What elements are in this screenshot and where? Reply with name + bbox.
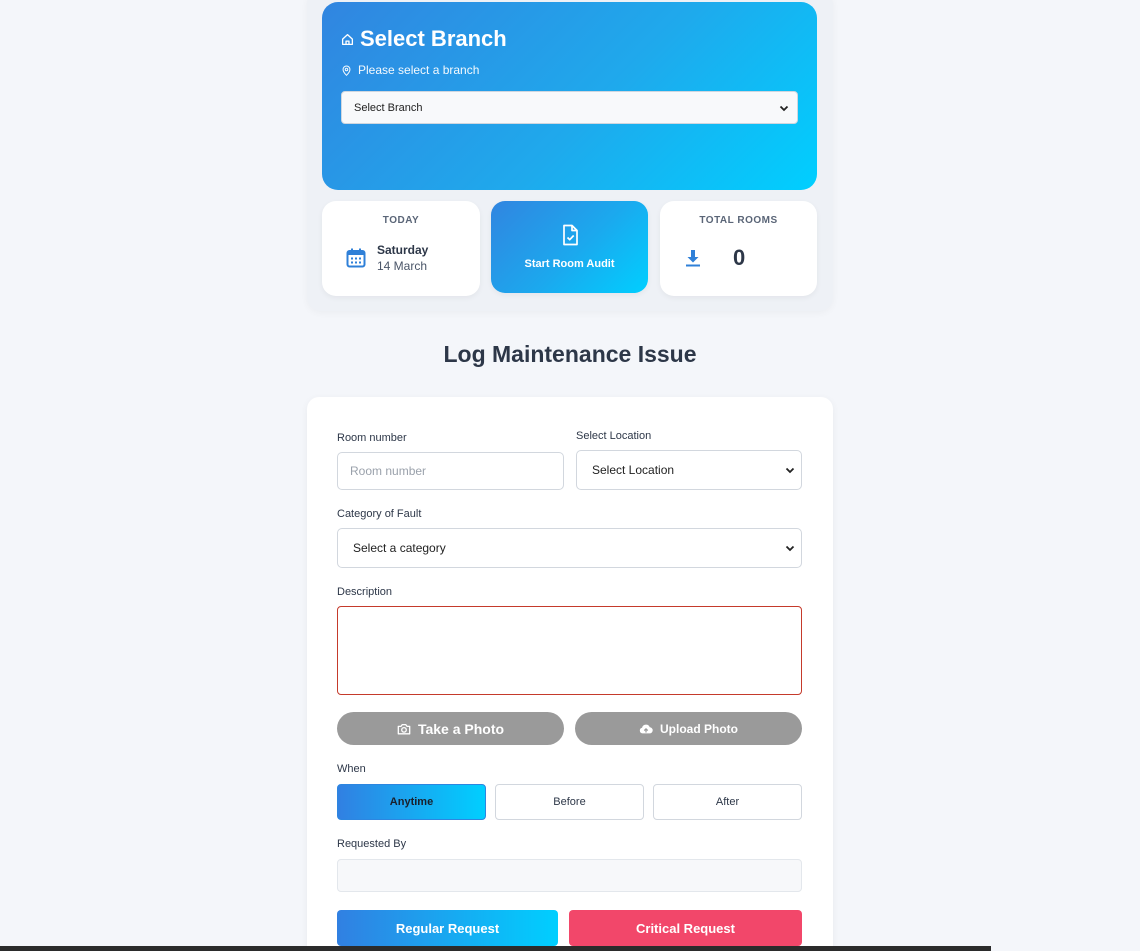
branch-subtitle: Please select a branch — [341, 63, 798, 77]
total-rooms-card: TOTAL ROOMS 0 — [660, 201, 817, 296]
cloud-upload-icon — [639, 724, 653, 733]
location-label: Select Location — [576, 430, 652, 442]
category-select-value: Select a category — [353, 541, 446, 555]
chevron-down-icon — [779, 105, 789, 111]
chevron-down-icon — [785, 545, 795, 552]
upload-photo-label: Upload Photo — [660, 721, 738, 736]
file-check-icon — [562, 224, 578, 246]
requested-by-label: Requested By — [337, 838, 407, 850]
calendar-icon — [346, 248, 366, 268]
location-select-value: Select Location — [592, 463, 675, 477]
download-icon — [686, 250, 700, 267]
today-card: TODAY Saturday 14 March — [322, 201, 480, 296]
total-rooms-label: TOTAL ROOMS — [699, 215, 778, 226]
regular-request-button[interactable]: Regular Request — [337, 910, 558, 946]
today-date: 14 March — [377, 259, 428, 273]
page-title: Log Maintenance Issue — [443, 341, 697, 367]
upload-photo-button[interactable]: Upload Photo — [575, 712, 802, 745]
bottom-bar — [0, 946, 991, 951]
critical-request-button[interactable]: Critical Request — [569, 910, 802, 946]
total-rooms-count: 0 — [733, 245, 746, 270]
description-label: Description — [337, 586, 393, 598]
maintenance-form: Room number Room number Select Location … — [307, 397, 833, 951]
when-option-anytime[interactable]: Anytime — [337, 784, 486, 820]
room-number-input[interactable]: Room number — [337, 452, 564, 490]
when-label: When — [337, 763, 366, 775]
start-room-audit-label: Start Room Audit — [524, 258, 615, 270]
category-label: Category of Fault — [337, 508, 422, 520]
description-textarea[interactable] — [337, 606, 802, 695]
today-label: TODAY — [382, 215, 420, 226]
take-photo-label: Take a Photo — [417, 720, 505, 737]
room-number-label: Room number — [337, 432, 407, 444]
category-select[interactable]: Select a category — [337, 528, 802, 568]
requested-by-input[interactable] — [337, 859, 802, 892]
branch-select[interactable]: Select Branch — [341, 91, 798, 124]
home-icon — [341, 33, 354, 45]
branch-subtitle-text: Please select a branch — [358, 63, 480, 77]
chevron-down-icon — [785, 467, 795, 474]
start-room-audit-button[interactable]: Start Room Audit — [491, 201, 648, 293]
branch-title: Select Branch — [341, 24, 798, 54]
when-option-after[interactable]: After — [653, 784, 802, 820]
branch-card: Select Branch Please select a branch Sel… — [322, 2, 817, 190]
today-day: Saturday — [377, 243, 429, 257]
branch-select-value: Select Branch — [354, 101, 423, 114]
map-pin-icon — [342, 65, 351, 76]
location-select[interactable]: Select Location — [576, 450, 802, 490]
take-photo-button[interactable]: Take a Photo — [337, 712, 564, 745]
when-option-before[interactable]: Before — [495, 784, 644, 820]
branch-title-text: Select Branch — [360, 26, 507, 51]
camera-icon — [397, 723, 411, 734]
